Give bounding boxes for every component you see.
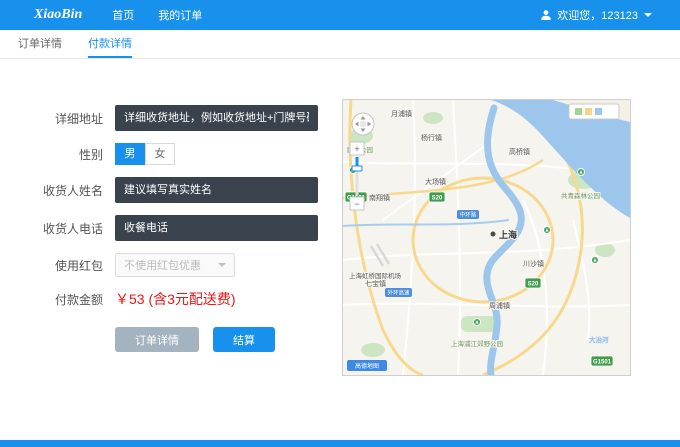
coupon-label: 使用红包: [54, 258, 103, 273]
gender-male-button[interactable]: 男: [115, 143, 145, 165]
checkout-button[interactable]: 结算: [213, 327, 275, 352]
svg-text:高德地图: 高德地图: [355, 362, 379, 370]
address-input[interactable]: [115, 105, 318, 131]
footer-bar: [0, 440, 680, 447]
svg-text:大治河: 大治河: [589, 335, 609, 344]
recipient-phone-input[interactable]: [115, 215, 318, 241]
gender-female-button[interactable]: 女: [145, 143, 175, 165]
payment-amount: ￥53 (含3元配送费): [115, 291, 236, 307]
svg-text:大场镇: 大场镇: [425, 177, 446, 186]
svg-text:月浦镇: 月浦镇: [391, 109, 412, 118]
map-panel: G1501 S20 S20 G1501: [342, 99, 631, 376]
tab-order-details[interactable]: 订单详情: [18, 30, 62, 58]
gender-row: 性别 男 女: [0, 143, 332, 165]
svg-text:上海: 上海: [499, 229, 517, 240]
zoom-slider-handle[interactable]: [351, 165, 363, 172]
main-content: 详细地址 性别 男 女 收货人姓名 收货人电话 使用红包 不使用红包优惠: [0, 59, 680, 376]
shield-g1501-south: G1501: [590, 355, 614, 367]
welcome-text: 欢迎您，123123: [557, 10, 638, 22]
layer-swatch-green: [575, 108, 582, 115]
svg-text:上海虹桥国际机场: 上海虹桥国际机场: [349, 271, 402, 280]
map-pan-control[interactable]: [351, 112, 375, 136]
map-watermark: 高德地图: [347, 360, 387, 371]
city-dot: [490, 231, 496, 237]
recipient-name-label: 收货人姓名: [42, 183, 103, 198]
shield-s20-east: S20: [524, 277, 542, 289]
tab-bar: 订单详情 付款详情: [0, 30, 680, 59]
user-menu[interactable]: 欢迎您，123123: [540, 7, 652, 23]
svg-text:七宝镇: 七宝镇: [365, 279, 386, 288]
amount-row: 付款金额 ￥53 (含3元配送费): [0, 289, 332, 309]
nav-my-orders[interactable]: 我的订单: [158, 7, 202, 23]
address-label: 详细地址: [54, 111, 103, 126]
chevron-down-icon: [644, 13, 652, 17]
gender-toggle: 男 女: [115, 143, 175, 165]
shield-s20-north: S20: [428, 191, 446, 203]
svg-text:高桥镇: 高桥镇: [509, 147, 530, 156]
brand-logo[interactable]: XiaoBin: [34, 7, 82, 23]
order-details-button[interactable]: 订单详情: [115, 327, 199, 352]
recipient-name-input[interactable]: [115, 177, 318, 203]
svg-text:S20: S20: [528, 282, 539, 288]
roadlabel-zhonghuan: 中环路: [457, 210, 479, 219]
svg-text:−: −: [354, 199, 359, 209]
form-buttons: 订单详情 结算: [115, 327, 332, 352]
svg-text:S20: S20: [432, 196, 443, 202]
svg-text:共青森林公园: 共青森林公园: [561, 191, 600, 200]
nav-home[interactable]: 首页: [112, 7, 134, 23]
layer-swatch-yellow: [585, 108, 592, 115]
svg-text:中环路: 中环路: [460, 211, 477, 219]
zoom-out-button[interactable]: −: [349, 196, 365, 211]
phone-row: 收货人电话: [0, 215, 332, 241]
coupon-row: 使用红包 不使用红包优惠: [0, 253, 332, 277]
svg-text:川沙镇: 川沙镇: [523, 259, 544, 268]
svg-text:外环高速: 外环高速: [387, 289, 410, 297]
name-row: 收货人姓名: [0, 177, 332, 203]
coupon-select[interactable]: 不使用红包优惠: [115, 253, 235, 277]
top-header: XiaoBin 首页 我的订单 欢迎您，123123: [0, 0, 680, 30]
svg-text:周浦镇: 周浦镇: [489, 301, 510, 310]
map-canvas[interactable]: G1501 S20 S20 G1501: [342, 99, 631, 376]
svg-text:杨行镇: 杨行镇: [421, 133, 442, 142]
tab-payment-details[interactable]: 付款详情: [88, 30, 132, 58]
map-layer-control[interactable]: [568, 103, 620, 120]
roadlabel-waihuan: 外环高速: [385, 288, 412, 297]
svg-text:+: +: [354, 144, 359, 154]
layer-swatch-blue: [595, 108, 602, 115]
svg-text:G1501: G1501: [593, 360, 612, 366]
amount-label: 付款金额: [54, 292, 103, 307]
recipient-phone-label: 收货人电话: [42, 221, 103, 236]
coupon-selected-value: 不使用红包优惠: [124, 260, 201, 272]
svg-text:南翔镇: 南翔镇: [369, 193, 390, 202]
map-svg: G1501 S20 S20 G1501: [343, 100, 630, 375]
gender-label: 性别: [78, 147, 103, 162]
user-icon: [541, 10, 552, 20]
checkout-form: 详细地址 性别 男 女 收货人姓名 收货人电话 使用红包 不使用红包优惠: [0, 105, 332, 376]
chevron-down-icon: [218, 263, 226, 267]
address-row: 详细地址: [0, 105, 332, 131]
svg-text:上海浦江郊野公园: 上海浦江郊野公园: [451, 339, 503, 348]
zoom-in-button[interactable]: +: [349, 141, 365, 156]
